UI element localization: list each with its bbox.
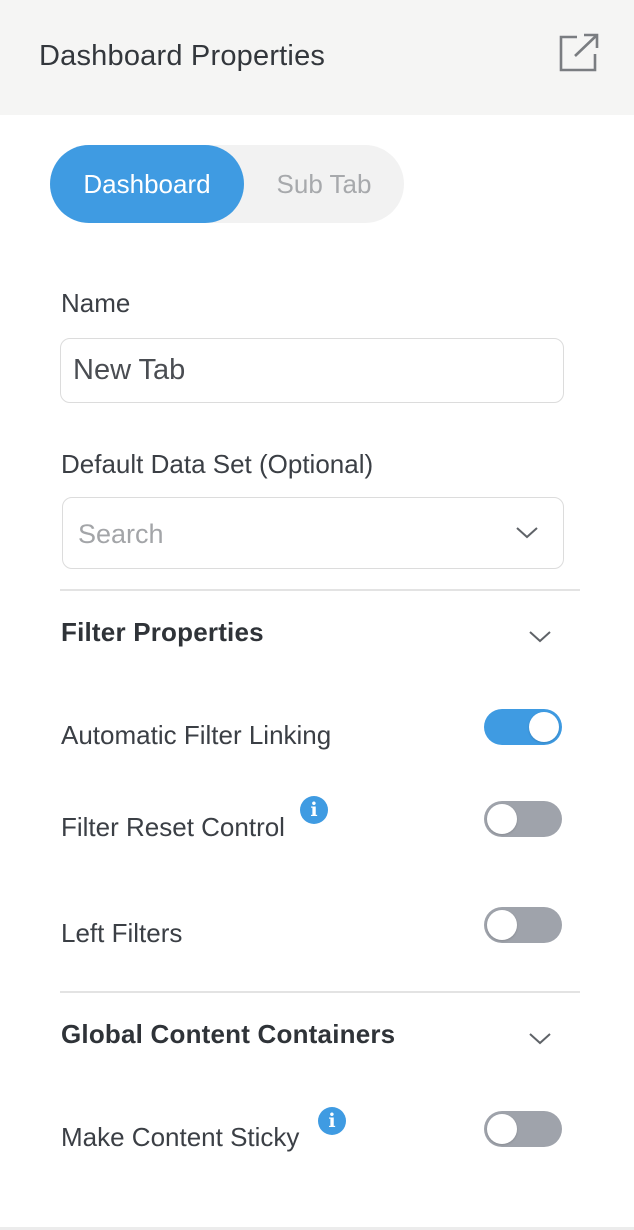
panel-title: Dashboard Properties bbox=[39, 40, 326, 72]
data-set-search-select[interactable]: Search bbox=[62, 497, 564, 569]
automatic-filter-linking-label: Automatic Filter Linking bbox=[61, 720, 332, 750]
global-content-containers-heading: Global Content Containers bbox=[61, 1019, 396, 1049]
make-content-sticky-toggle[interactable] bbox=[484, 1111, 562, 1147]
external-link-icon[interactable] bbox=[557, 32, 601, 74]
tab-sub-tab[interactable]: Sub Tab bbox=[244, 145, 404, 223]
dashboard-properties-panel: Dashboard Properties Dashboard Sub Tab N… bbox=[0, 0, 634, 1230]
toggle-knob bbox=[487, 1114, 517, 1144]
tab-dashboard[interactable]: Dashboard bbox=[50, 145, 244, 223]
filter-reset-control-label: Filter Reset Control bbox=[61, 812, 285, 842]
automatic-filter-linking-toggle[interactable] bbox=[484, 709, 562, 745]
left-filters-toggle[interactable] bbox=[484, 907, 562, 943]
panel-header: Dashboard Properties bbox=[0, 0, 634, 115]
filter-properties-heading: Filter Properties bbox=[61, 617, 264, 647]
toggle-knob bbox=[487, 910, 517, 940]
tab-switcher: Dashboard Sub Tab bbox=[50, 145, 404, 223]
name-input[interactable] bbox=[60, 338, 564, 403]
global-content-containers-chevron-icon[interactable] bbox=[527, 1028, 553, 1048]
filter-reset-control-toggle[interactable] bbox=[484, 801, 562, 837]
info-icon[interactable]: i bbox=[318, 1107, 346, 1135]
toggle-knob bbox=[529, 712, 559, 742]
default-data-set-label: Default Data Set (Optional) bbox=[61, 449, 374, 479]
toggle-knob bbox=[487, 804, 517, 834]
filter-properties-chevron-icon[interactable] bbox=[527, 626, 553, 646]
chevron-down-icon bbox=[516, 527, 538, 539]
divider bbox=[60, 991, 580, 993]
left-filters-label: Left Filters bbox=[61, 918, 183, 948]
divider bbox=[60, 589, 580, 591]
make-content-sticky-label: Make Content Sticky bbox=[61, 1122, 300, 1152]
name-label: Name bbox=[61, 288, 131, 318]
data-set-search-placeholder: Search bbox=[78, 519, 164, 549]
info-icon[interactable]: i bbox=[300, 796, 328, 824]
